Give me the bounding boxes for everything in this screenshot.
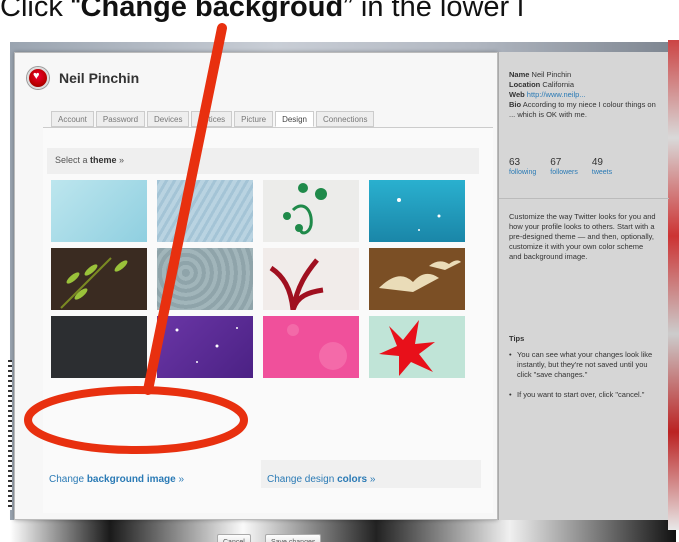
stars-icon	[175, 327, 238, 363]
theme-thumbnail-teal-sparkle[interactable]	[369, 180, 465, 242]
settings-panel: Neil Pinchin Account Password Devices No…	[14, 52, 498, 542]
design-tab-content: Select a theme » Change background image…	[43, 127, 493, 542]
tab-picture[interactable]: Picture	[234, 111, 274, 127]
caption-suffix: ” in the lower l	[343, 0, 524, 23]
sidebar-web-row: Web http://www.neilp...	[509, 90, 659, 100]
sidebar-name-row: Name Neil Pinchin	[509, 70, 659, 80]
profile-name: Neil Pinchin	[59, 70, 140, 86]
colors-link-emphasis: colors	[337, 474, 368, 485]
tab-design[interactable]: Design	[275, 111, 314, 127]
twitter-heart-logo-icon	[27, 67, 49, 89]
tip-item: If you want to start over, click "cancel…	[509, 390, 659, 400]
sidebar-profile-info: Name Neil Pinchin Location California We…	[509, 70, 659, 120]
bio-value: According to my niece I colour things on…	[509, 100, 656, 119]
theme-thumbnail-dark-charcoal[interactable]	[51, 316, 147, 378]
tab-account[interactable]: Account	[51, 111, 94, 127]
sparkle-icon	[397, 198, 441, 231]
tips-list: You can see what your changes look like …	[509, 350, 659, 410]
tab-password[interactable]: Password	[95, 111, 146, 127]
theme-thumbnail-purple-stars[interactable]	[157, 316, 253, 378]
theme-thumbnail-light-blue-clouds[interactable]	[51, 180, 147, 242]
leaves-icon	[60, 257, 128, 309]
backdrop-right-strip	[668, 40, 679, 530]
web-link[interactable]: http://www.neilp...	[527, 90, 586, 99]
theme-thumbnail-red-plant[interactable]	[263, 248, 359, 311]
stat-following[interactable]: 63 following	[509, 158, 536, 188]
colors-link-suffix: »	[367, 474, 376, 485]
profile-stats: 63 following 67 followers 49 tweets	[509, 158, 659, 188]
followers-label: followers	[550, 169, 578, 176]
theme-selector-label: Select a theme »	[55, 155, 124, 165]
theme-thumbnail-grey-blue-texture[interactable]	[157, 248, 253, 310]
tips-title: Tips	[509, 334, 525, 343]
stat-tweets[interactable]: 49 tweets	[592, 158, 612, 188]
green-flourish-icon	[283, 183, 327, 235]
sidebar-bio-row: Bio According to my niece I colour thing…	[509, 100, 659, 120]
tweets-label: tweets	[591, 169, 613, 176]
tutorial-screenshot: { "caption": { "prefix": "Click \u201c",…	[0, 0, 679, 542]
location-label: Location	[509, 80, 541, 89]
theme-thumbnail-pink-bubbles[interactable]	[263, 316, 359, 378]
web-label: Web	[509, 90, 525, 99]
theme-thumbnail-red-leaf-mint[interactable]	[369, 316, 465, 378]
birds-icon	[379, 260, 461, 292]
tab-connections[interactable]: Connections	[315, 111, 375, 127]
stat-followers[interactable]: 67 followers	[550, 158, 578, 188]
design-help-text: Customize the way Twitter looks for you …	[509, 212, 656, 261]
tweets-count: 49	[591, 157, 603, 168]
name-value: Neil Pinchin	[531, 70, 572, 79]
theme-thumbnail-green-flourish[interactable]	[263, 180, 359, 242]
red-plant-icon	[269, 258, 324, 311]
bg-link-emphasis: background image	[86, 474, 176, 485]
theme-thumbnail-brown-leaves[interactable]	[51, 248, 147, 310]
sidebar-divider	[499, 198, 669, 199]
tab-devices[interactable]: Devices	[147, 111, 190, 127]
theme-label-suffix: »	[116, 155, 125, 165]
caption-prefix: Click “	[0, 0, 81, 23]
bubbles-icon	[287, 324, 347, 370]
caption-emphasis: Change backgroud	[80, 0, 344, 23]
tab-notices[interactable]: Notices	[191, 111, 233, 127]
backdrop-bottom-strip	[10, 520, 676, 542]
bio-label: Bio	[509, 100, 522, 109]
location-value: California	[542, 80, 575, 89]
cancel-button[interactable]: Cancel	[217, 534, 251, 542]
name-label: Name	[509, 70, 530, 79]
instruction-caption: Click “Change backgroud” in the lower l	[0, 0, 679, 31]
colors-link-prefix: Change design	[267, 474, 338, 485]
bg-link-suffix: »	[175, 474, 185, 485]
theme-thumbnail-blue-linen[interactable]	[157, 180, 253, 242]
bg-link-prefix: Change	[49, 474, 87, 485]
following-count: 63	[509, 157, 521, 168]
red-leaf-icon	[379, 320, 435, 376]
profile-sidebar: Name Neil Pinchin Location California We…	[498, 52, 669, 520]
change-background-image-link[interactable]: Change background image »	[49, 474, 184, 485]
theme-thumbnail-brown-birds[interactable]	[369, 248, 465, 310]
followers-count: 67	[550, 157, 562, 168]
settings-tabs: Account Password Devices Notices Picture…	[51, 111, 376, 127]
theme-label-emphasis: theme	[90, 155, 117, 165]
sidebar-location-row: Location California	[509, 80, 659, 90]
tip-item: You can see what your changes look like …	[509, 350, 659, 380]
save-changes-button[interactable]: Save changes	[265, 534, 322, 542]
theme-label-prefix: Select a	[55, 155, 91, 165]
backdrop-left-edge	[8, 360, 12, 510]
theme-selector-bar: Select a theme »	[47, 148, 479, 174]
change-design-colors-link[interactable]: Change design colors »	[267, 474, 375, 485]
following-label: following	[509, 169, 537, 176]
